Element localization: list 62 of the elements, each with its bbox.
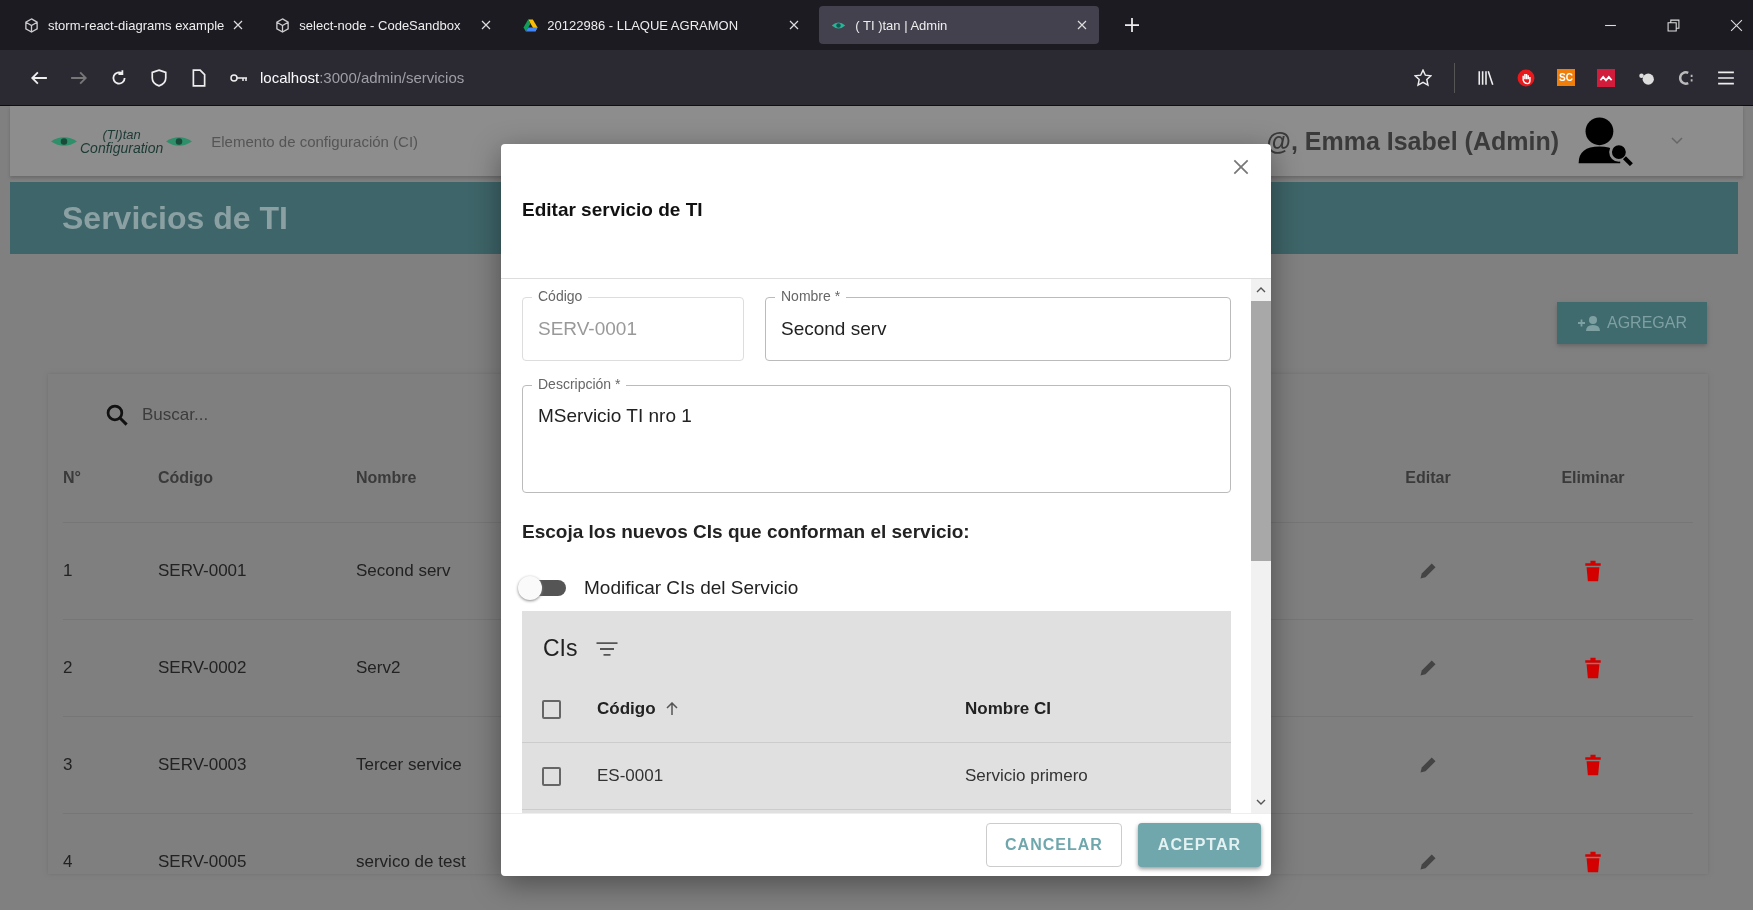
extension-icon[interactable] — [1597, 68, 1615, 87]
column-header[interactable]: Nombre CI — [965, 699, 1051, 719]
url-field[interactable]: localhost:3000/admin/servicios — [260, 69, 1393, 86]
table-cell: Tercer service — [356, 755, 462, 775]
table-title: CIs — [543, 635, 578, 662]
table-cell: 4 — [63, 852, 73, 872]
pencil-icon[interactable] — [1418, 561, 1438, 581]
table-cell: 2 — [63, 658, 73, 678]
section-heading: Escoja los nuevos CIs que conforman el servicio: — [522, 521, 971, 543]
column-header[interactable]: Código — [597, 699, 678, 719]
scroll-down-icon[interactable] — [1256, 799, 1266, 805]
pencil-icon[interactable] — [1418, 755, 1438, 775]
table-cell: SERV-0003 — [158, 755, 247, 775]
text-field[interactable]: Nombre * Second serv — [765, 287, 1231, 361]
table-cell: SERV-0001 — [158, 561, 247, 581]
sort-arrow-icon[interactable] — [665, 702, 678, 716]
table-cell: 3 — [63, 755, 73, 775]
dialog-title: Editar servicio de TI — [522, 199, 703, 221]
cube-icon — [275, 17, 291, 33]
shield-icon[interactable] — [150, 68, 168, 87]
add-user-icon — [1577, 315, 1603, 331]
table-cell: SERV-0002 — [158, 658, 247, 678]
table-cell: servico de test — [356, 852, 466, 872]
scrollbar[interactable] — [1251, 279, 1271, 813]
column-header: Código — [158, 469, 215, 487]
browser-tab[interactable]: 20122986 - LLAQUE AGRAMON — [511, 6, 812, 44]
checkbox[interactable] — [542, 766, 561, 786]
table-cell: Servicio primero — [965, 766, 1088, 786]
column-header: Eliminar — [1561, 469, 1625, 487]
new-tab-icon[interactable] — [1125, 18, 1140, 32]
column-header: Editar — [1405, 469, 1451, 487]
switch-label: Modificar CIs del Servicio — [584, 577, 799, 599]
column-header: Nombre — [356, 469, 418, 487]
cube-icon — [24, 17, 39, 33]
star-icon[interactable] — [1414, 68, 1433, 87]
browser-tab[interactable]: select-node - CodeSandbox — [263, 6, 504, 44]
column-header: N° — [63, 469, 82, 487]
logo: (TI)tan Configuration — [50, 127, 194, 155]
table-cell: Second serv — [356, 561, 451, 581]
page-title: Servicios de TI — [62, 199, 288, 237]
filter-icon[interactable] — [595, 641, 618, 656]
browser-tab[interactable]: ( TI )tan | Admin — [819, 6, 1100, 44]
page-icon[interactable] — [190, 68, 208, 87]
library-icon[interactable] — [1477, 68, 1496, 87]
table-cell: Serv2 — [356, 658, 401, 678]
table-cell: ES-0001 — [597, 766, 664, 786]
extension-icon[interactable] — [1677, 68, 1695, 87]
pencil-icon[interactable] — [1418, 658, 1438, 678]
search-icon — [106, 404, 128, 426]
search-field[interactable]: Buscar... — [140, 404, 284, 426]
table-cell: SERV-0005 — [158, 852, 247, 872]
description-field[interactable]: Descripción * MServicio TI nro 1 — [522, 375, 1231, 493]
checkbox[interactable] — [542, 699, 561, 719]
restore-icon[interactable] — [1667, 18, 1680, 32]
scroll-up-icon[interactable] — [1256, 287, 1266, 293]
stop-hand-icon[interactable] — [1517, 68, 1536, 87]
table-cell: 1 — [63, 561, 73, 581]
user-search-avatar-icon[interactable] — [1577, 116, 1633, 166]
triangle-icon — [523, 17, 539, 33]
browser-tab[interactable]: storm-react-diagrams example — [12, 6, 256, 44]
pencil-icon[interactable] — [1418, 852, 1438, 872]
reload-icon[interactable] — [110, 68, 128, 87]
